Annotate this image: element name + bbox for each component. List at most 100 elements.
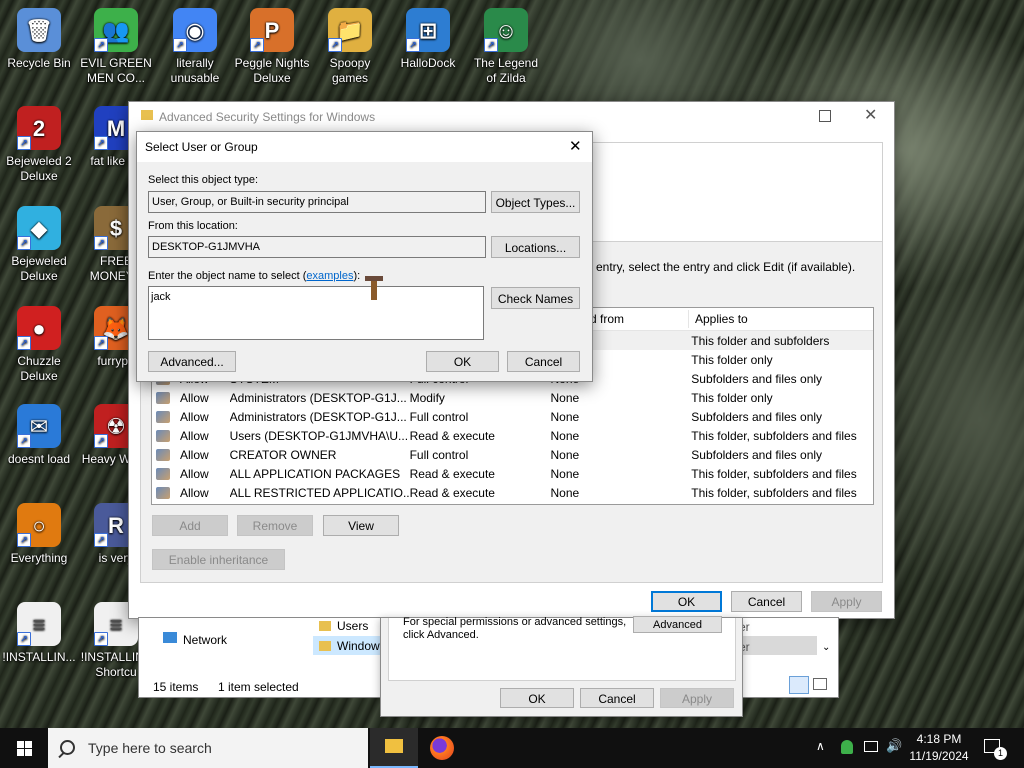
desktop-icon[interactable]: 🗑 Recycle Bin [1, 8, 77, 71]
folder-icon [141, 110, 153, 120]
cell-text: Administrators (DESKTOP-G1J... [229, 409, 407, 424]
chevron-up-icon[interactable]: ∧ [816, 739, 825, 753]
properties-apply-button[interactable]: Apply [660, 688, 734, 708]
locations-button[interactable]: Locations... [491, 236, 580, 258]
table-cell-type: Allow [152, 426, 230, 445]
taskbar-file-explorer-icon[interactable] [370, 728, 418, 768]
table-cell-applies: Subfolders and files only [691, 445, 873, 464]
column-header-inherited[interactable]: d from [590, 312, 624, 326]
cell-text: None [550, 390, 580, 405]
search-icon-handle [58, 751, 65, 759]
object-types-button[interactable]: Object Types... [491, 191, 580, 213]
taskbar-firefox-icon[interactable] [430, 736, 454, 760]
shortcut-arrow-icon: ↗ [17, 533, 31, 547]
desktop-icon[interactable]: ◉ ↗ literally unusable [157, 8, 233, 86]
cancel-button[interactable]: Cancel [731, 591, 802, 612]
clock-time[interactable]: 4:18 PM [912, 732, 966, 746]
desktop-icon[interactable]: ☺ ↗ The Legend of Zilda [468, 8, 544, 86]
desktop-icon[interactable]: 📁 ↗ Spoopy games [312, 8, 388, 86]
cell-text: Subfolders and files only [691, 371, 823, 386]
network-status-icon[interactable] [864, 741, 878, 752]
network-nav-item[interactable]: Network [183, 633, 227, 647]
table-row[interactable]: Allow Administrators (DESKTOP-G1J... Modif… [152, 388, 873, 407]
properties-ok-button[interactable]: OK [500, 688, 574, 708]
title-bar: Advanced Security Settings for Windows ✕ [129, 102, 894, 132]
table-row[interactable]: Allow ALL APPLICATION PACKAGES Read & exec… [152, 464, 873, 483]
table-row[interactable]: Allow ALL RESTRICTED APPLICATIO... Read & … [152, 483, 873, 502]
shortcut-arrow-icon: ↗ [328, 38, 342, 52]
users-icon [156, 449, 170, 462]
search-box[interactable]: Type here to search [48, 728, 368, 768]
clock-date[interactable]: 11/19/2024 [905, 749, 973, 763]
view-button[interactable]: View [323, 515, 399, 536]
table-cell-principal: ALL APPLICATION PACKAGES [230, 464, 410, 483]
folder-item-windows[interactable]: Window [337, 639, 380, 653]
check-names-button[interactable]: Check Names [491, 287, 580, 309]
start-button[interactable] [0, 728, 48, 768]
desktop-icon[interactable]: ✉ ↗ doesnt load [1, 404, 77, 467]
close-icon[interactable]: ✕ [864, 105, 877, 125]
desktop-icon[interactable]: P ↗ Peggle Nights Deluxe [234, 8, 310, 86]
dialog-ok-button[interactable]: OK [426, 351, 499, 372]
cell-text: None [550, 409, 580, 424]
desktop-icon[interactable]: ○ ↗ Everything [1, 503, 77, 566]
dialog-title: Select User or Group [145, 140, 258, 154]
remove-button[interactable]: Remove [237, 515, 313, 536]
column-header-applies[interactable]: Applies to [695, 312, 748, 326]
cell-text: This folder, subfolders and files [691, 466, 857, 481]
desktop-icon[interactable]: ● ↗ Chuzzle Deluxe [1, 306, 77, 384]
folder-item-users[interactable]: Users [337, 619, 368, 633]
cell-text: None [550, 428, 580, 443]
cell-text: This folder, subfolders and files [691, 428, 857, 443]
shortcut-arrow-icon: ↗ [94, 136, 108, 150]
everything-search-icon: ○ ↗ [17, 503, 61, 547]
chevron-down-icon[interactable]: ⌄ [822, 642, 830, 653]
enable-inheritance-button[interactable]: Enable inheritance [152, 549, 285, 570]
table-cell-inherited: None [550, 445, 691, 464]
table-row[interactable]: Allow CREATOR OWNER Full control None Subfol… [152, 445, 873, 464]
desktop-icon[interactable]: ⊞ ↗ HalloDock [390, 8, 466, 71]
add-button[interactable]: Add [152, 515, 228, 536]
desktop-icon[interactable]: 2 ↗ Bejeweled 2 Deluxe [1, 106, 77, 184]
windows-logo-icon [16, 740, 32, 756]
advanced-button[interactable]: Advanced... [148, 351, 236, 372]
details-view-icon[interactable] [789, 676, 809, 694]
table-cell-type: Allow [152, 407, 230, 426]
desktop-icon[interactable]: 👥 ↗ EVIL GREEN MEN CO... [78, 8, 154, 86]
close-icon[interactable]: ✕ [569, 137, 582, 155]
desktop-icon[interactable]: ≡ ↗ !INSTALLIN... [1, 602, 77, 665]
cell-text: Allow [180, 466, 209, 481]
maximize-icon[interactable] [819, 110, 831, 122]
desktop-icon-label: Bejeweled Deluxe [11, 254, 67, 283]
desktop-icon-label: Everything [10, 551, 68, 565]
status-selected: 1 item selected [218, 680, 299, 694]
tiles-view-icon[interactable] [813, 678, 827, 690]
table-cell-principal: Users (DESKTOP-G1JMVHA\U... [230, 426, 410, 445]
status-item-count: 15 items [153, 680, 199, 694]
dialog-cancel-button[interactable]: Cancel [507, 351, 580, 372]
desktop-icon-label: Chuzzle Deluxe [17, 354, 61, 383]
cell-text: ALL APPLICATION PACKAGES [229, 466, 401, 481]
table-row[interactable]: Allow Users (DESKTOP-G1JMVHA\U... Read & e… [152, 426, 873, 445]
table-cell-inherited: None [550, 407, 691, 426]
desktop-icon-label: Peggle Nights Deluxe [234, 56, 310, 85]
desktop-icon-label: Spoopy games [329, 56, 371, 85]
properties-cancel-button[interactable]: Cancel [580, 688, 654, 708]
shortcut-arrow-icon: ↗ [17, 136, 31, 150]
table-row[interactable]: Allow Administrators (DESKTOP-G1J... Full … [152, 407, 873, 426]
examples-link[interactable]: examples [306, 270, 353, 282]
network-icon [163, 632, 177, 643]
people-icon[interactable] [841, 740, 853, 754]
table-cell-inherited: None [550, 388, 691, 407]
object-name-input[interactable]: jack [148, 286, 484, 340]
desktop-icon[interactable]: ◆ ↗ Bejeweled Deluxe [1, 206, 77, 284]
desktop: 🗑 Recycle Bin 👥 ↗ EVIL GREEN MEN CO... ◉ ↗ lite… [0, 0, 1024, 728]
properties-advanced-button[interactable]: Advanced [633, 616, 722, 633]
chuzzle-icon: ● ↗ [17, 306, 61, 350]
table-cell-access: Full control [410, 407, 551, 426]
ok-button[interactable]: OK [651, 591, 722, 612]
apply-button[interactable]: Apply [811, 591, 882, 612]
volume-icon[interactable]: 🔊 [886, 738, 902, 754]
table-cell-principal: ALL RESTRICTED APPLICATIO... [230, 483, 410, 502]
table-cell-access: Read & execute [410, 426, 551, 445]
